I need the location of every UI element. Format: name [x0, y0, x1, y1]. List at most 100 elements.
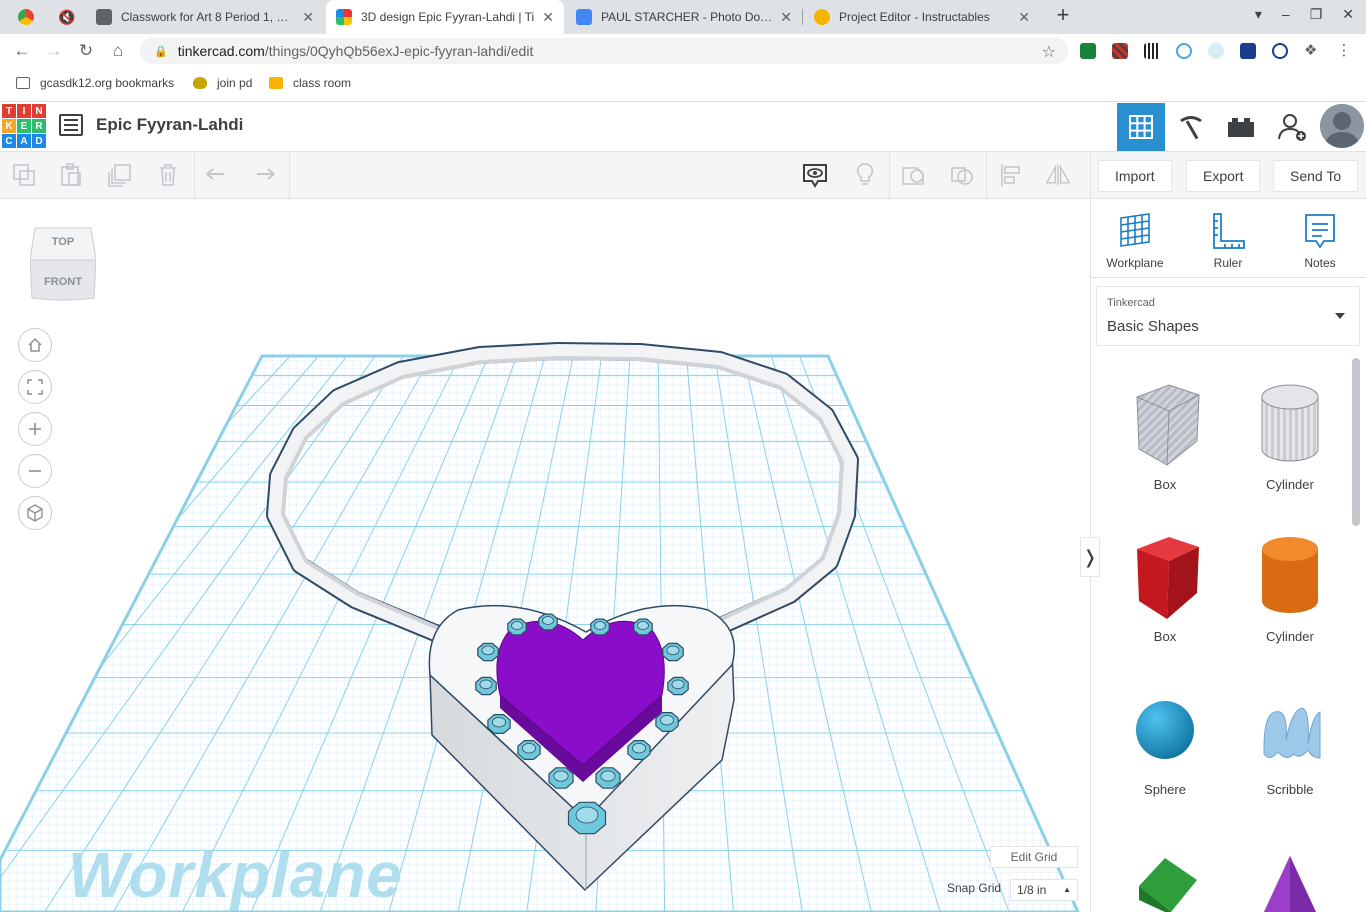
snap-grid-select[interactable]: 1/8 in ▲	[1010, 879, 1078, 901]
ungroup-button[interactable]	[949, 162, 975, 188]
tab-photo-doc[interactable]: PAUL STARCHER - Photo Docum ✕	[566, 0, 802, 34]
pinned-tab-chrome[interactable]	[8, 0, 48, 34]
tab-instructables[interactable]: Project Editor - Instructables ✕	[804, 0, 1040, 34]
qr-extension-icon[interactable]	[1144, 43, 1160, 59]
workplane-watermark: Workplane	[68, 839, 403, 911]
extensions-puzzle-icon[interactable]: ❖	[1304, 43, 1320, 59]
bookmark-star-icon[interactable]: ☆	[1042, 42, 1056, 62]
paste-button[interactable]	[58, 162, 84, 188]
redo-button[interactable]	[251, 162, 277, 188]
zoom-in-button[interactable]	[18, 412, 52, 446]
duplicate-icon	[108, 164, 131, 187]
shapes-scrollbar[interactable]	[1352, 358, 1360, 526]
back-icon[interactable]: ←	[11, 40, 33, 62]
group-button[interactable]	[900, 162, 926, 188]
screencast-extension-icon[interactable]	[1176, 43, 1192, 59]
view-cube-top-label[interactable]: TOP	[30, 236, 96, 248]
undo-icon	[206, 168, 224, 180]
workplane-scene[interactable]	[0, 199, 1090, 912]
bookmark-folder[interactable]: gcasdk12.org bookmarks	[16, 76, 174, 90]
sheets-extension-icon[interactable]	[1080, 43, 1096, 59]
close-icon[interactable]: ✕	[1018, 9, 1030, 26]
browser-menu-icon[interactable]: ⋮	[1336, 43, 1352, 59]
workplane-tool-button[interactable]: Workplane	[1100, 212, 1170, 270]
hint-button[interactable]	[852, 162, 878, 188]
perspective-button[interactable]	[18, 496, 52, 530]
library-name: Basic Shapes	[1107, 318, 1199, 335]
close-icon[interactable]: ✕	[302, 9, 314, 26]
shape-label: Cylinder	[1266, 477, 1314, 492]
close-window-icon[interactable]: ✕	[1342, 6, 1354, 23]
shape-cone[interactable]	[1240, 850, 1340, 912]
edit-grid-button[interactable]: Edit Grid	[990, 846, 1078, 868]
show-all-button[interactable]	[802, 162, 828, 188]
shield-extension-icon[interactable]	[1240, 43, 1256, 59]
view-cube-front-label[interactable]: FRONT	[30, 276, 96, 288]
add-user-button[interactable]	[1268, 103, 1316, 151]
bricks-view-button[interactable]	[1217, 103, 1265, 151]
snap-grid-label: Snap Grid	[947, 881, 1002, 895]
minimize-icon[interactable]: –	[1282, 6, 1290, 23]
avatar[interactable]	[1320, 104, 1364, 148]
address-bar[interactable]: 🔒 tinkercad.com/things/0QyhQb56exJ-epic-…	[140, 38, 1068, 64]
forward-icon[interactable]: →	[43, 40, 65, 62]
3d-design-view-button[interactable]	[1117, 103, 1165, 151]
new-tab-button[interactable]: +	[1051, 4, 1075, 28]
add-user-icon	[1278, 114, 1306, 141]
restore-icon[interactable]: ❐	[1310, 6, 1323, 23]
shape-scribble[interactable]: Scribble	[1240, 688, 1340, 797]
tinkercad-favicon-icon	[336, 9, 352, 25]
3d-viewport[interactable]	[0, 199, 1090, 912]
shape-box[interactable]: Box	[1115, 535, 1215, 644]
import-button[interactable]: Import	[1098, 160, 1172, 192]
tab-tinkercad[interactable]: 3D design Epic Fyyran-Lahdi | Ti ✕	[326, 0, 564, 34]
bookmark-join-pd[interactable]: join pd	[193, 76, 252, 90]
extension-icon[interactable]	[1112, 43, 1128, 59]
home-view-button[interactable]	[18, 328, 52, 362]
tool-label: Workplane	[1106, 256, 1164, 270]
duplicate-button[interactable]	[107, 162, 133, 188]
pinned-tab-muted[interactable]: 🔇	[48, 0, 84, 34]
shape-box-hole[interactable]: Box	[1115, 383, 1215, 492]
bookmark-class-room[interactable]: class room	[269, 76, 351, 90]
minecraft-view-button[interactable]	[1167, 103, 1215, 151]
classroom-icon	[269, 77, 283, 89]
fit-view-button[interactable]	[18, 370, 52, 404]
shape-roof[interactable]	[1115, 850, 1215, 912]
shape-library-dropdown[interactable]: Tinkercad Basic Shapes	[1096, 286, 1360, 346]
zoom-out-button[interactable]	[18, 454, 52, 488]
shape-sphere[interactable]: Sphere	[1115, 688, 1215, 797]
export-button[interactable]: Export	[1186, 160, 1261, 192]
tinkercad-logo[interactable]: T I N K E R C A D	[2, 104, 46, 148]
collapse-panel-button[interactable]: ❭	[1080, 537, 1100, 577]
shape-cylinder-hole[interactable]: Cylinder	[1240, 383, 1340, 492]
cloud-extension-icon[interactable]	[1208, 43, 1224, 59]
tab-classwork[interactable]: Classwork for Art 8 Period 1, MP ✕	[86, 0, 324, 34]
vpn-extension-icon[interactable]	[1272, 43, 1288, 59]
home-icon	[28, 337, 42, 352]
design-list-icon[interactable]	[59, 114, 83, 136]
ruler-tool-button[interactable]: Ruler	[1193, 212, 1263, 270]
copy-button[interactable]	[11, 162, 37, 188]
send-to-button[interactable]: Send To	[1273, 160, 1359, 192]
pickaxe-icon	[1180, 116, 1202, 140]
tab-title: Classwork for Art 8 Period 1, MP	[121, 10, 295, 24]
mirror-button[interactable]	[1045, 162, 1071, 188]
design-title[interactable]: Epic Fyyran-Lahdi	[96, 115, 243, 135]
notes-tool-button[interactable]: Notes	[1285, 212, 1355, 270]
gem-facet	[479, 679, 493, 690]
gem-facet	[594, 621, 606, 630]
close-icon[interactable]: ✕	[542, 9, 554, 26]
align-button[interactable]	[998, 162, 1024, 188]
mirror-icon	[1045, 164, 1071, 186]
shape-cylinder[interactable]: Cylinder	[1240, 535, 1340, 644]
tab-search-icon[interactable]: ▾	[1255, 6, 1262, 23]
undo-button[interactable]	[204, 162, 230, 188]
home-icon[interactable]: ⌂	[107, 40, 129, 62]
docs-icon	[576, 9, 592, 25]
view-cube[interactable]: TOP FRONT	[29, 224, 97, 302]
delete-button[interactable]	[155, 162, 181, 188]
reload-icon[interactable]: ↻	[75, 40, 97, 62]
close-icon[interactable]: ✕	[780, 9, 792, 26]
url-path: /things/0QyhQb56exJ-epic-fyyran-lahdi/ed…	[264, 43, 534, 59]
